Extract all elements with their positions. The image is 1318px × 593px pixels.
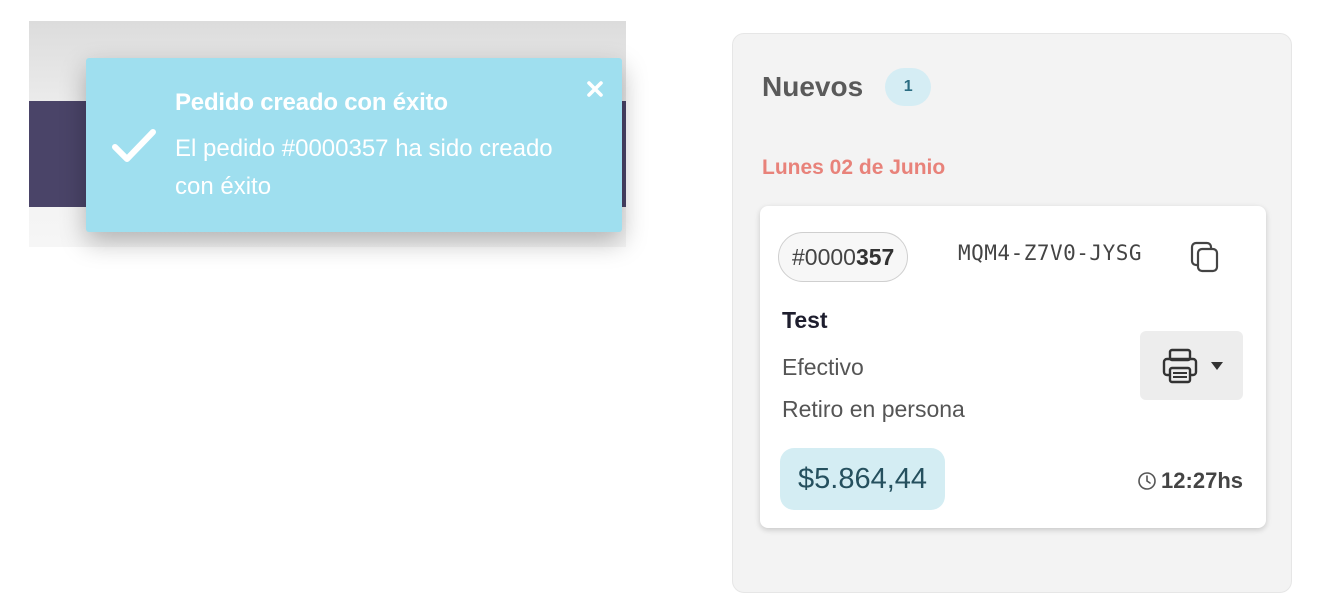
order-time: 12:27hs	[1137, 468, 1243, 494]
toast-title: Pedido creado con éxito	[175, 89, 448, 116]
payment-method: Efectivo	[782, 354, 864, 380]
toast-message: El pedido #0000357 ha sido creado con éx…	[175, 135, 553, 200]
delivery-method: Retiro en persona	[782, 396, 965, 422]
order-card[interactable]: #0000 357 MQM4-Z7V0-JYSG Test Efectivo Re…	[760, 206, 1266, 528]
date-group-label: Lunes 02 de Junio	[762, 156, 946, 179]
order-time-value: 12:27hs	[1161, 468, 1243, 493]
order-id-chip[interactable]: #0000 357	[778, 232, 909, 282]
success-toast: Pedido creado con éxito El pedido #00003…	[86, 58, 622, 232]
printer-icon	[1162, 348, 1197, 383]
clock-icon	[1138, 472, 1156, 490]
order-code: MQM4-Z7V0-JYSG	[958, 241, 1143, 265]
order-total-badge: $5.864,44	[780, 448, 946, 510]
close-icon[interactable]	[586, 80, 604, 98]
column-header: Nuevos 1	[762, 68, 932, 106]
print-dropdown-button[interactable]	[1140, 331, 1243, 400]
order-count-badge: 1	[885, 68, 932, 106]
order-id-prefix: #0000	[792, 243, 856, 270]
column-title: Nuevos	[762, 71, 864, 102]
customer-name: Test	[782, 307, 828, 333]
check-icon	[112, 129, 156, 162]
copy-icon[interactable]	[1188, 240, 1222, 274]
orders-column-nuevos: Nuevos 1 Lunes 02 de Junio #0000 357 MQM4…	[732, 33, 1292, 593]
caret-down-icon	[1210, 361, 1223, 370]
order-id-suffix: 357	[855, 243, 895, 270]
